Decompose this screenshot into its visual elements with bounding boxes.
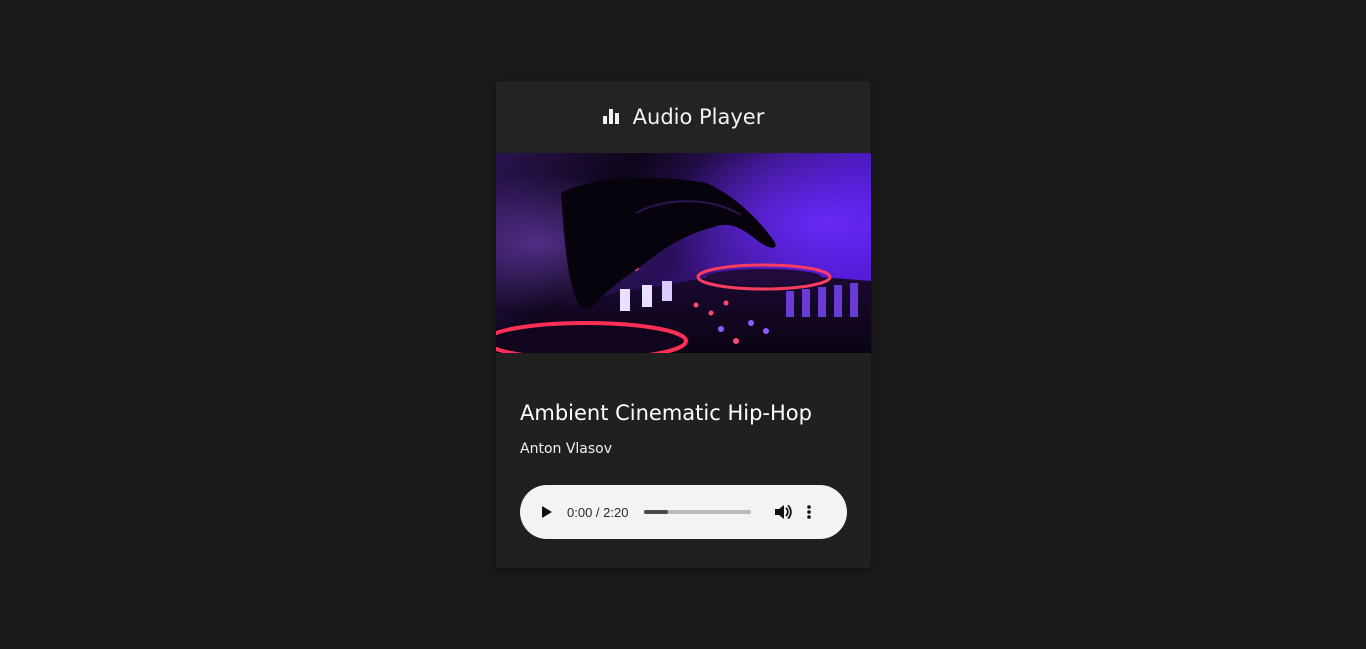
seek-bar-fill: [644, 510, 668, 514]
more-vertical-icon: [807, 505, 812, 519]
header-title: Audio Player: [632, 105, 765, 129]
volume-icon: [775, 505, 793, 519]
time-display: 0:00 / 2:20: [567, 504, 629, 520]
cover-image: [496, 153, 871, 353]
equalizer-icon: [602, 108, 621, 124]
play-icon: [542, 506, 552, 518]
audio-player-card: Audio Player Ambient Cinematic Hip-Hop A…: [496, 81, 871, 568]
track-artist: Anton Vlasov: [520, 441, 613, 457]
card-header: Audio Player: [496, 81, 871, 153]
seek-bar[interactable]: [644, 510, 752, 514]
track-title: Ambient Cinematic Hip-Hop: [520, 401, 812, 425]
audio-controls: 0:00 / 2:20: [520, 485, 847, 539]
track-info: Ambient Cinematic Hip-Hop Anton Vlasov: [496, 353, 871, 457]
more-options-button[interactable]: [805, 502, 813, 522]
play-button[interactable]: [538, 503, 556, 521]
mute-button[interactable]: [773, 502, 793, 522]
